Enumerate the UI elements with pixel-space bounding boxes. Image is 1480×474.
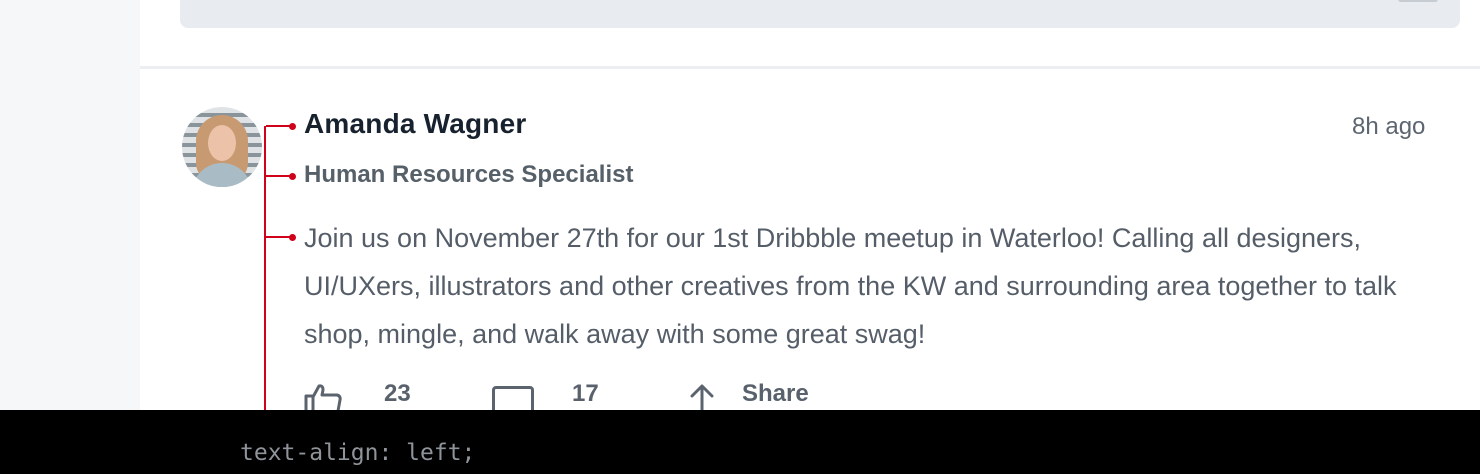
- annotation-band: [0, 410, 1480, 474]
- annotation-caption: text-align: left;: [240, 440, 476, 466]
- alignment-guide-branch: [266, 125, 290, 127]
- alignment-guide-dot: [289, 123, 296, 130]
- avatar[interactable]: [182, 107, 262, 187]
- avatar-face: [208, 125, 236, 161]
- alignment-guide-dot: [289, 234, 296, 241]
- alignment-guide-branch: [266, 175, 290, 177]
- alignment-guide-line: [264, 126, 266, 432]
- author-title: Human Resources Specialist: [304, 161, 634, 188]
- composer-input[interactable]: [180, 0, 1460, 28]
- left-gutter: [0, 0, 140, 410]
- author-name[interactable]: Amanda Wagner: [304, 108, 527, 140]
- alignment-guide-branch: [266, 236, 290, 238]
- alignment-guide-dot: [289, 173, 296, 180]
- attachment-icon[interactable]: [1398, 0, 1438, 2]
- post-body: Join us on November 27th for our 1st Dri…: [304, 223, 1397, 349]
- post-timestamp: 8h ago: [1352, 113, 1426, 140]
- post-divider: [140, 66, 1480, 69]
